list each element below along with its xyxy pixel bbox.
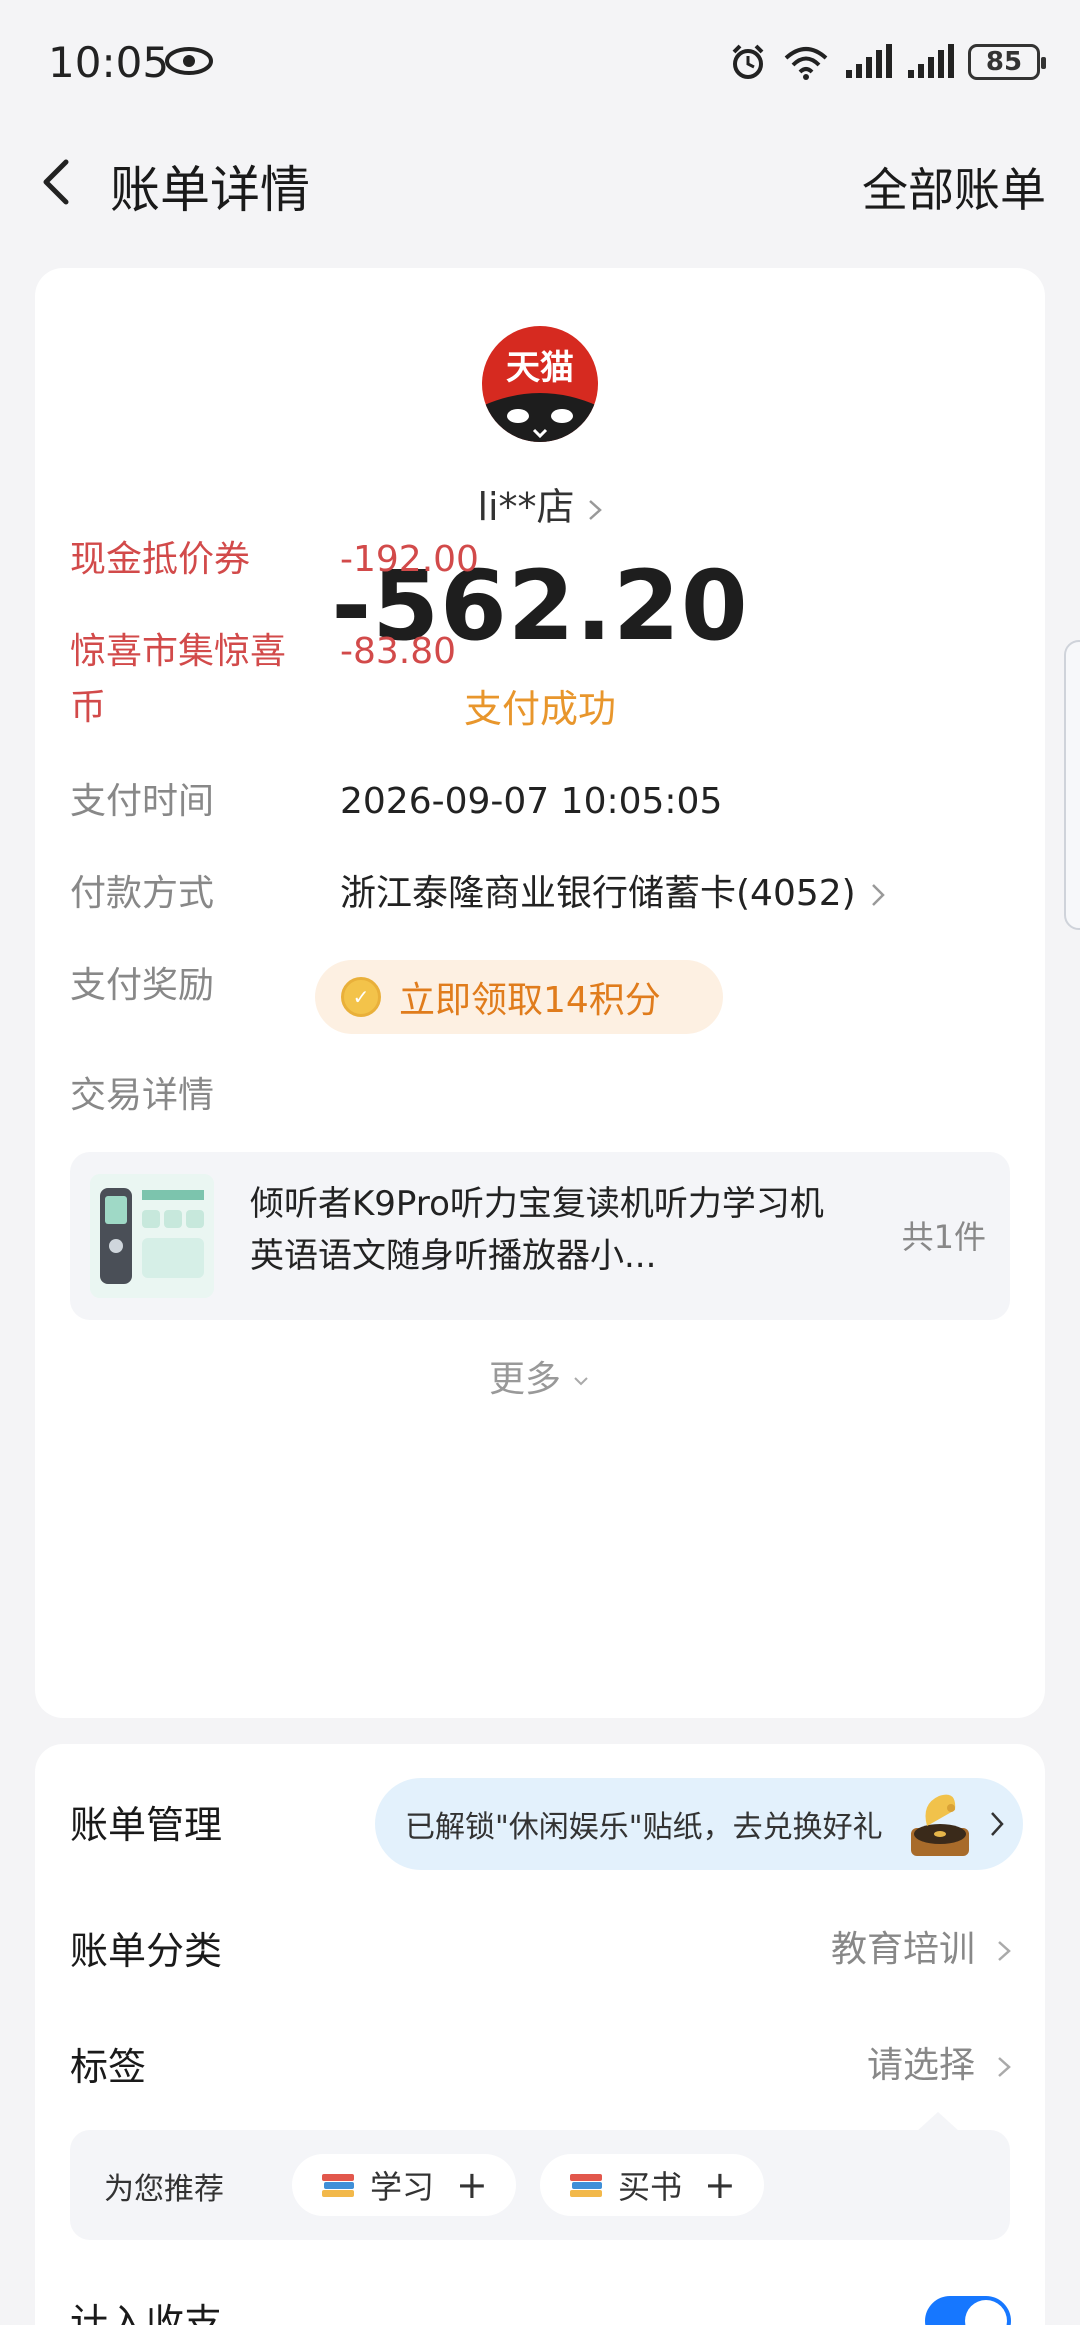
books-icon bbox=[570, 2174, 602, 2197]
tag-value: 请选择 bbox=[866, 2045, 975, 2086]
sticker-reward-banner[interactable]: 已解锁"休闲娱乐"贴纸，去兑换好礼 bbox=[375, 1778, 1023, 1870]
chevron-right-icon bbox=[998, 1941, 1011, 1961]
claim-points-text: 立即领取14积分 bbox=[399, 980, 661, 1021]
recommend-pointer bbox=[916, 2112, 960, 2132]
category-value: 教育培训 bbox=[830, 1929, 975, 1970]
coupon-label: 现金抵价券 bbox=[70, 539, 251, 580]
chevron-right-icon bbox=[588, 499, 602, 520]
tag-chip-label: 学习 bbox=[370, 2168, 435, 2206]
chevron-down-icon bbox=[574, 1377, 588, 1386]
tag-chip-buy-books[interactable]: 买书 + bbox=[540, 2154, 764, 2216]
income-label: 计入收支 bbox=[70, 2301, 223, 2325]
signal-icon bbox=[846, 44, 892, 78]
page-title: 账单详情 bbox=[110, 161, 310, 219]
tag-recommend-box: 为您推荐 学习 + 买书 + bbox=[70, 2112, 1010, 2240]
product-count: 共1件 bbox=[901, 1218, 986, 1256]
pay-time-value: 2026-09-07 10:05:05 bbox=[340, 781, 723, 822]
coupon-value: -192.00 bbox=[340, 539, 479, 580]
status-time: 10:05 bbox=[48, 38, 170, 87]
tag-chip-label: 买书 bbox=[618, 2168, 683, 2206]
alarm-icon bbox=[732, 44, 764, 79]
merchant-name-link[interactable]: li**店 bbox=[35, 476, 1045, 531]
category-label: 账单分类 bbox=[70, 1929, 223, 1973]
signal-icon bbox=[908, 44, 954, 78]
books-icon bbox=[322, 2174, 354, 2197]
plus-icon: + bbox=[456, 2163, 488, 2207]
sticker-reward-text: 已解锁"休闲娱乐"贴纸，去兑换好礼 bbox=[405, 1810, 883, 1845]
record-player-icon bbox=[911, 1794, 969, 1856]
tmall-cat-icon bbox=[482, 393, 598, 442]
chevron-right-icon bbox=[991, 1812, 1004, 1836]
product-item[interactable]: 倾听者K9Pro听力宝复读机听力学习机英语语文随身听播放器小... 共1件 bbox=[70, 1152, 1010, 1320]
tag-chip-study[interactable]: 学习 + bbox=[292, 2154, 516, 2216]
battery-icon: 85 bbox=[968, 44, 1046, 80]
category-selector[interactable]: 教育培训 bbox=[831, 1920, 1011, 1972]
bill-management-card: 账单管理 已解锁"休闲娱乐"贴纸，去兑换好礼 账单分类 教育培训 标签 请选择 … bbox=[35, 1744, 1045, 2325]
surprise-coin-label: 惊喜市集惊喜币 bbox=[70, 631, 287, 728]
bill-management-label: 账单管理 bbox=[70, 1803, 223, 1847]
status-bar: 10:05 85 bbox=[0, 0, 1080, 120]
trade-details-label: 交易详情 bbox=[70, 1075, 215, 1116]
product-thumbnail bbox=[90, 1174, 214, 1298]
surprise-coin-value: -83.80 bbox=[340, 631, 457, 672]
all-bills-link[interactable]: 全部账单 bbox=[862, 154, 1046, 220]
pay-method-link[interactable]: 浙江泰隆商业银行储蓄卡(4052) bbox=[340, 866, 886, 922]
pay-time-label: 支付时间 bbox=[70, 781, 215, 822]
logo-text: 天猫 bbox=[506, 348, 574, 388]
toggle-knob bbox=[965, 2300, 1007, 2325]
back-arrow-icon[interactable] bbox=[32, 152, 82, 212]
coin-icon: ✓ bbox=[341, 977, 381, 1017]
chevron-right-icon bbox=[998, 2057, 1011, 2077]
nav-header: 账单详情 全部账单 bbox=[0, 130, 1080, 230]
reward-label: 支付奖励 bbox=[70, 965, 215, 1006]
tmall-logo: 天猫 bbox=[482, 326, 598, 442]
chevron-right-icon bbox=[871, 884, 885, 906]
side-drawer-handle[interactable] bbox=[1064, 640, 1080, 930]
income-toggle[interactable] bbox=[925, 2296, 1011, 2325]
eye-icon bbox=[165, 47, 213, 75]
claim-points-button[interactable]: ✓ 立即领取14积分 bbox=[315, 960, 723, 1034]
status-icons: 85 bbox=[728, 42, 1046, 82]
pay-method-label: 付款方式 bbox=[70, 873, 215, 914]
tag-label: 标签 bbox=[70, 2045, 147, 2089]
plus-icon: + bbox=[704, 2163, 736, 2207]
product-title: 倾听者K9Pro听力宝复读机听力学习机英语语文随身听播放器小... bbox=[250, 1184, 824, 1276]
tag-selector[interactable]: 请选择 bbox=[867, 2036, 1011, 2088]
wifi-icon bbox=[784, 47, 828, 80]
transaction-card: 天猫 li**店 -562.20 支付成功 现金抵价券 -192.00 惊喜市集… bbox=[35, 268, 1045, 1718]
pay-method-value: 浙江泰隆商业银行储蓄卡(4052) bbox=[340, 873, 856, 914]
merchant-name: li**店 bbox=[477, 485, 575, 529]
more-button[interactable]: 更多 bbox=[35, 1350, 1045, 1402]
more-label: 更多 bbox=[488, 1359, 561, 1400]
recommend-label: 为您推荐 bbox=[104, 2172, 224, 2207]
